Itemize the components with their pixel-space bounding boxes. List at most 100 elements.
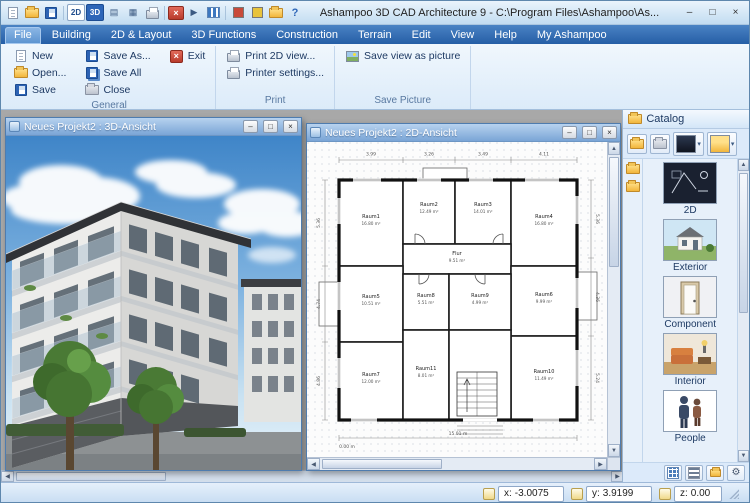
scroll-right-icon[interactable]: ▶ (594, 458, 607, 470)
catalog-item-component[interactable]: Component (663, 276, 717, 330)
catalog-shortcut-strip (623, 159, 643, 462)
window-3d-minimize-button[interactable]: – (243, 120, 258, 133)
minimize-button[interactable]: – (679, 4, 700, 21)
tab-file[interactable]: File (5, 27, 41, 44)
catalog-folder-icon (628, 114, 642, 124)
shortcut-folder-icon[interactable] (626, 164, 640, 174)
picture-icon (346, 51, 359, 62)
print-2d-view-button[interactable]: Print 2D view... (222, 48, 328, 64)
view-details-button[interactable] (685, 465, 703, 481)
svg-text:Raum2: Raum2 (420, 202, 438, 208)
window-3d-title: Neues Projekt2 : 3D-Ansicht (24, 121, 238, 133)
view-2d-horizontal-scrollbar[interactable]: ◀ ▶ (307, 457, 607, 470)
scroll-left-icon[interactable]: ◀ (1, 471, 14, 482)
catalog-groups-dropdown[interactable]: ▾ (707, 132, 738, 156)
tab-my-ashampoo[interactable]: My Ashampoo (528, 27, 616, 44)
new-icon[interactable] (4, 4, 22, 21)
catalog-item-people[interactable]: People (663, 390, 717, 444)
workspace-horizontal-scrollbar[interactable]: ◀ ▶ (1, 470, 622, 482)
catalog-objects-dropdown[interactable]: ▾ (673, 132, 704, 156)
gear-icon: ⚙ (732, 468, 741, 478)
close-button[interactable]: × (725, 4, 746, 21)
catalog-folder-button[interactable] (627, 134, 647, 154)
catalog-header[interactable]: Catalog (623, 110, 749, 129)
catalog-item-interior[interactable]: Interior (663, 333, 717, 387)
shortcut-folder-icon[interactable] (626, 182, 640, 192)
open-folder-icon[interactable] (23, 4, 41, 21)
printer-settings-button[interactable]: Printer settings... (222, 65, 328, 81)
print-icon[interactable] (143, 4, 161, 21)
coordinate-y-value: 3.9199 (603, 488, 634, 499)
scroll-thumb[interactable] (739, 173, 748, 313)
maximize-button[interactable]: □ (702, 4, 723, 21)
view-3d-canvas[interactable] (6, 136, 301, 470)
tab-terrain[interactable]: Terrain (349, 27, 401, 44)
catalog-item-2d[interactable]: 2D (663, 162, 717, 216)
window-3d-maximize-button[interactable]: □ (263, 120, 278, 133)
tab-help[interactable]: Help (485, 27, 526, 44)
window-2d-close-button[interactable]: × (602, 126, 617, 139)
scroll-thumb[interactable] (16, 472, 166, 481)
window-3d-close-button[interactable]: × (283, 120, 298, 133)
save-all-button[interactable]: Save All (80, 65, 154, 81)
coordinate-z-value: 0.00 (691, 488, 710, 499)
view-2d-vertical-scrollbar[interactable]: ▲ ▼ (607, 142, 620, 457)
scroll-down-icon[interactable]: ▼ (608, 444, 620, 457)
scroll-track[interactable] (14, 471, 611, 482)
svg-text:Raum11: Raum11 (416, 366, 437, 372)
view-list-icon[interactable]: ▤ (105, 4, 123, 21)
scroll-track[interactable] (608, 155, 620, 444)
view-thumbnails-button[interactable] (664, 465, 682, 481)
scroll-up-icon[interactable]: ▲ (738, 159, 749, 171)
marker-red-icon[interactable] (229, 4, 247, 21)
window-3d-view: Neues Projekt2 : 3D-Ansicht – □ × (5, 117, 302, 471)
scroll-right-icon[interactable]: ▶ (611, 471, 622, 482)
pointer-icon[interactable]: ▶ (185, 4, 203, 21)
open-button[interactable]: Open... (9, 65, 70, 81)
view-3d-button[interactable]: 3D (86, 4, 104, 21)
view-2d-button[interactable]: 2D (67, 4, 85, 21)
tab-view[interactable]: View (442, 27, 484, 44)
folder-add-icon[interactable] (267, 4, 285, 21)
window-2d-maximize-button[interactable]: □ (582, 126, 597, 139)
scroll-down-icon[interactable]: ▼ (738, 450, 749, 462)
new-button[interactable]: New (9, 48, 70, 64)
view-2d-canvas[interactable]: Raum116.80 m² Raum212.49 m² Raum314.01 m… (307, 142, 607, 457)
folder-icon (710, 469, 721, 477)
scroll-up-icon[interactable]: ▲ (608, 142, 620, 155)
exit-button[interactable]: ×Exit (165, 48, 210, 64)
save-view-as-picture-button[interactable]: Save view as picture (341, 48, 464, 64)
window-2d-titlebar[interactable]: Neues Projekt2 : 2D-Ansicht – □ × (307, 124, 620, 142)
tab-2d-layout[interactable]: 2D & Layout (102, 27, 181, 44)
catalog-thumb-exterior (663, 219, 717, 261)
view-grid-icon[interactable]: ▦ (124, 4, 142, 21)
catalog-folder-up-button[interactable] (650, 134, 670, 154)
save-icon[interactable] (42, 4, 60, 21)
help-icon[interactable]: ? (286, 4, 304, 21)
catalog-folders-button[interactable] (706, 465, 724, 481)
catalog-thumb-people (663, 390, 717, 432)
scroll-track[interactable] (738, 171, 749, 450)
catalog-thumb-component (663, 276, 717, 318)
scroll-thumb[interactable] (322, 459, 442, 469)
tab-construction[interactable]: Construction (267, 27, 347, 44)
resize-grip[interactable] (729, 489, 739, 499)
tab-building[interactable]: Building (43, 27, 100, 44)
scroll-left-icon[interactable]: ◀ (307, 458, 320, 470)
tab-3d-functions[interactable]: 3D Functions (182, 27, 265, 44)
delete-icon[interactable]: × (168, 6, 184, 20)
scroll-track[interactable] (320, 458, 594, 470)
close-button-ribbon[interactable]: Close (80, 82, 154, 98)
window-3d-titlebar[interactable]: Neues Projekt2 : 3D-Ansicht – □ × (6, 118, 301, 136)
columns-icon[interactable] (204, 4, 222, 21)
coordinate-y: y:3.9199 (571, 486, 652, 502)
marker-yellow-icon[interactable] (248, 4, 266, 21)
window-2d-minimize-button[interactable]: – (562, 126, 577, 139)
catalog-item-exterior[interactable]: Exterior (663, 219, 717, 273)
scroll-thumb[interactable] (609, 157, 619, 267)
save-button[interactable]: Save (9, 82, 70, 98)
tab-edit[interactable]: Edit (403, 27, 440, 44)
save-as-button[interactable]: Save As... (80, 48, 154, 64)
catalog-scrollbar[interactable]: ▲ ▼ (737, 159, 749, 462)
catalog-settings-button[interactable]: ⚙ (727, 465, 745, 481)
